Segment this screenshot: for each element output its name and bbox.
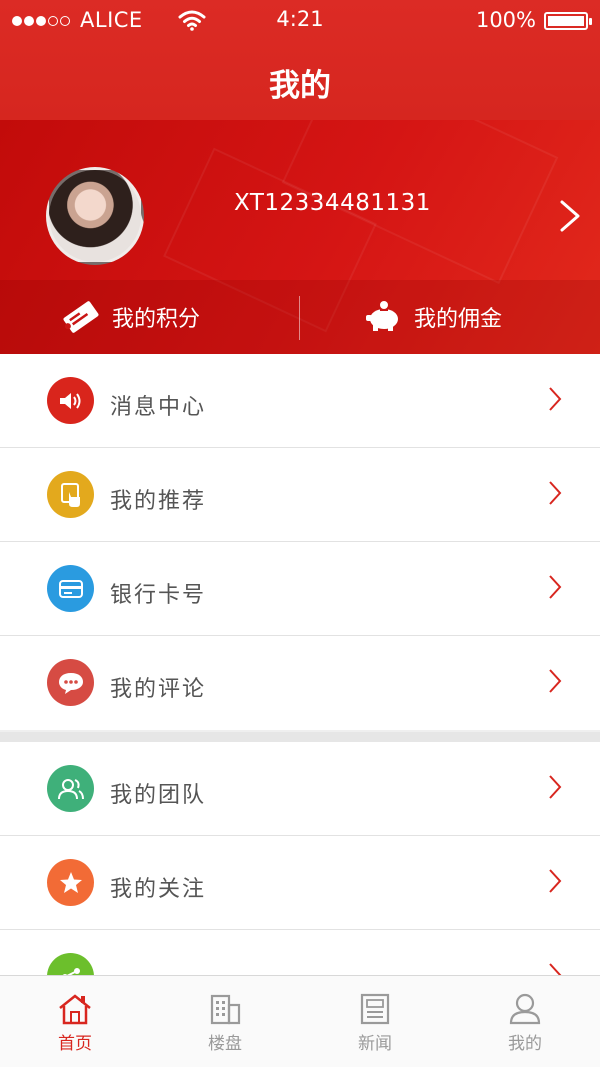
menu-item-label: 银行卡号 bbox=[110, 583, 207, 608]
ticket-icon bbox=[63, 301, 99, 333]
chevron-right-icon bbox=[549, 869, 562, 893]
news-icon bbox=[360, 993, 390, 1025]
tab-home[interactable]: 首页 bbox=[0, 976, 150, 1067]
section-divider bbox=[0, 732, 600, 742]
status-bar: ALICE 4:21 100% bbox=[0, 0, 600, 40]
profile-arrow-icon[interactable] bbox=[556, 199, 584, 233]
tab-label: 楼盘 bbox=[208, 1034, 242, 1054]
chevron-right-icon bbox=[549, 775, 562, 799]
chevron-right-icon bbox=[549, 481, 562, 505]
team-icon bbox=[47, 765, 94, 812]
my-points-label: 我的积分 bbox=[112, 307, 201, 332]
page-title: 我的 bbox=[269, 68, 331, 104]
user-id: XT12334481131 bbox=[234, 190, 431, 216]
menu-item-label: 我的推荐 bbox=[110, 489, 207, 514]
menu-item-messages[interactable]: 消息中心 bbox=[0, 354, 600, 448]
menu-item-following[interactable]: 我的关注 bbox=[0, 836, 600, 930]
tab-news[interactable]: 新闻 bbox=[300, 976, 450, 1067]
chevron-right-icon bbox=[549, 575, 562, 599]
tab-label: 首页 bbox=[58, 1034, 92, 1054]
menu-item-label: 我的团队 bbox=[110, 783, 207, 808]
top-bar: ALICE 4:21 100% 我的 bbox=[0, 0, 600, 120]
menu-group-1: 消息中心 我的推荐 银行卡号 我的评论 bbox=[0, 354, 600, 730]
user-icon bbox=[509, 993, 541, 1025]
menu-item-label: 消息中心 bbox=[110, 395, 207, 420]
my-commission-button[interactable]: 我的佣金 bbox=[364, 280, 502, 354]
menu-item-label: 我的评论 bbox=[110, 677, 207, 702]
avatar[interactable] bbox=[46, 167, 144, 265]
menu-item-recommend[interactable]: 我的推荐 bbox=[0, 448, 600, 542]
star-icon bbox=[47, 859, 94, 906]
tab-mine[interactable]: 我的 bbox=[450, 976, 600, 1067]
profile-actions: 我的积分 我的佣金 bbox=[0, 280, 600, 354]
menu-item-team[interactable]: 我的团队 bbox=[0, 742, 600, 836]
battery-percent: 100% bbox=[475, 8, 536, 32]
battery-icon bbox=[544, 12, 592, 30]
tab-label: 新闻 bbox=[358, 1034, 392, 1054]
chevron-right-icon bbox=[549, 669, 562, 693]
building-icon bbox=[210, 994, 241, 1025]
tab-buildings[interactable]: 楼盘 bbox=[150, 976, 300, 1067]
chat-bubble-icon bbox=[47, 659, 94, 706]
menu-item-comments[interactable]: 我的评论 bbox=[0, 636, 600, 730]
my-points-button[interactable]: 我的积分 bbox=[62, 280, 200, 354]
tab-label: 我的 bbox=[508, 1034, 542, 1054]
tab-bar: 首页 楼盘 新闻 我的 bbox=[0, 975, 600, 1067]
chevron-right-icon bbox=[549, 387, 562, 411]
piggy-bank-icon bbox=[366, 301, 398, 331]
action-divider bbox=[299, 296, 300, 340]
hand-pointer-icon bbox=[47, 471, 94, 518]
menu-item-label: 我的关注 bbox=[110, 877, 207, 902]
my-commission-label: 我的佣金 bbox=[414, 307, 503, 332]
speaker-icon bbox=[47, 377, 94, 424]
profile-banner: XT12334481131 我的积分 我的佣金 bbox=[0, 120, 600, 354]
menu-item-bank-card[interactable]: 银行卡号 bbox=[0, 542, 600, 636]
bank-card-icon bbox=[47, 565, 94, 612]
home-icon bbox=[59, 994, 91, 1025]
